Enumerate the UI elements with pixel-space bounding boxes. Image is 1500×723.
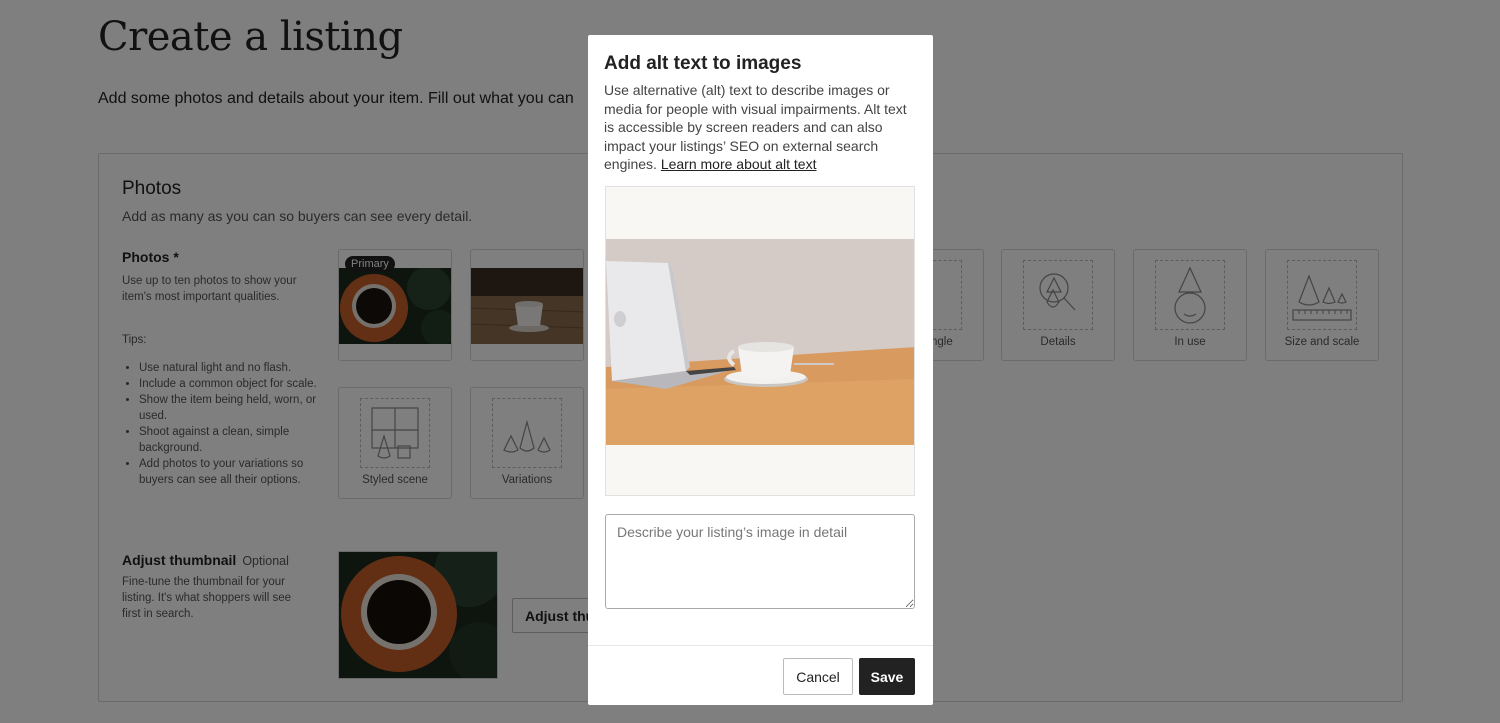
learn-more-link[interactable]: Learn more about alt text [661,156,817,172]
save-button[interactable]: Save [859,658,915,695]
image-preview [605,186,915,496]
dialog-description: Use alternative (alt) text to describe i… [604,81,909,174]
laptop-coffee-photo [606,239,914,445]
cancel-button[interactable]: Cancel [783,658,853,695]
alt-text-input[interactable] [605,514,915,609]
dialog-title: Add alt text to images [604,53,802,74]
alt-text-dialog: Add alt text to images Use alternative (… [588,35,933,705]
dialog-footer: Cancel Save [588,645,933,706]
